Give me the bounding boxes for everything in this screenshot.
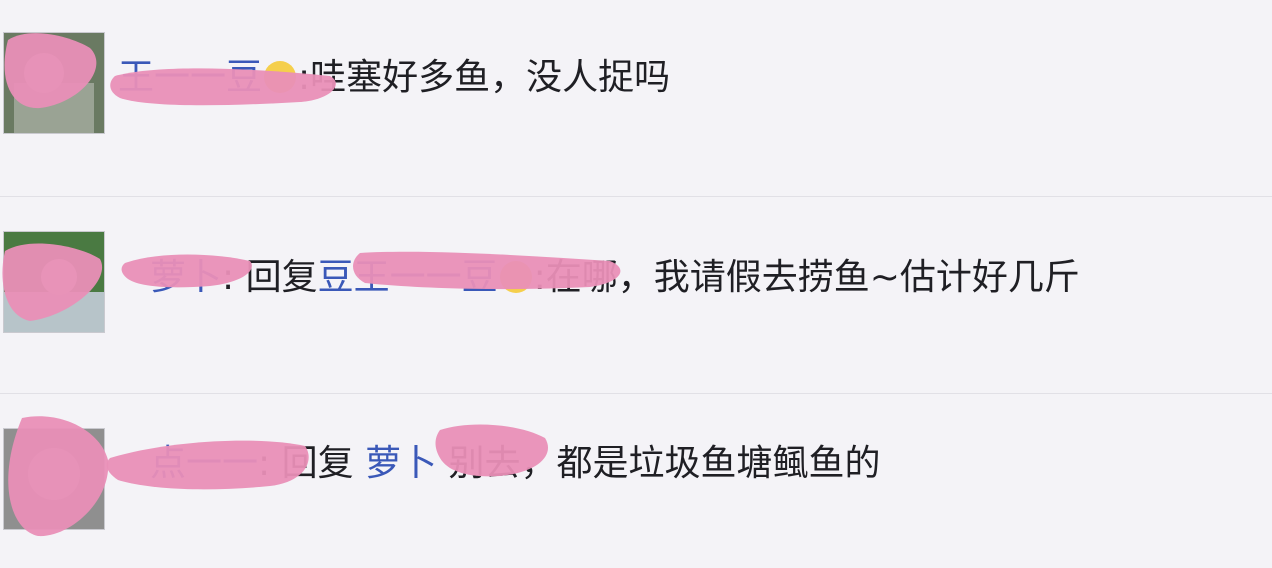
avatar-image bbox=[4, 232, 104, 332]
avatar[interactable] bbox=[3, 32, 105, 134]
separator bbox=[437, 443, 448, 484]
comment-line: 点一一: 回复 萝卜 别去，都是垃圾鱼塘鲺鱼的 bbox=[150, 440, 881, 488]
avatar[interactable] bbox=[3, 231, 105, 333]
username-link[interactable]: 王一一豆 bbox=[118, 57, 262, 98]
separator: : bbox=[533, 257, 546, 298]
username-link[interactable]: 萝卜 bbox=[150, 257, 222, 298]
emoji-icon bbox=[264, 61, 297, 93]
comment-row-3: 点一一: 回复 萝卜 别去，都是垃圾鱼塘鲺鱼的 bbox=[0, 394, 1272, 568]
comment-text: 别去，都是垃圾鱼塘鲺鱼的 bbox=[448, 443, 881, 484]
avatar-image bbox=[4, 33, 104, 133]
comment-line: 王一一豆:哇塞好多鱼，没人捉吗 bbox=[118, 54, 670, 102]
emoji-icon bbox=[499, 261, 532, 293]
comment-text: 在哪，我请假去捞鱼~估计好几斤 bbox=[545, 257, 1080, 298]
avatar-image bbox=[4, 429, 104, 529]
avatar[interactable] bbox=[3, 428, 105, 530]
reply-label: 回复 bbox=[245, 257, 318, 298]
comment-row-2: 萝卜: 回复豆王一一豆:在哪，我请假去捞鱼~估计好几斤 bbox=[0, 197, 1272, 393]
separator: : bbox=[298, 57, 311, 98]
reply-label: 回复 bbox=[281, 443, 354, 484]
separator: : bbox=[258, 443, 282, 484]
reply-to-link[interactable]: 豆王一一豆 bbox=[318, 257, 498, 298]
comment-line: 萝卜: 回复豆王一一豆:在哪，我请假去捞鱼~估计好几斤 bbox=[150, 254, 1080, 302]
comment-row-1: 王一一豆:哇塞好多鱼，没人捉吗 bbox=[0, 0, 1272, 196]
separator: : bbox=[222, 257, 246, 298]
username-link[interactable]: 点一一 bbox=[150, 443, 258, 484]
reply-to-link[interactable]: 萝卜 bbox=[365, 443, 437, 484]
comment-text: 哇塞好多鱼，没人捉吗 bbox=[310, 57, 671, 98]
